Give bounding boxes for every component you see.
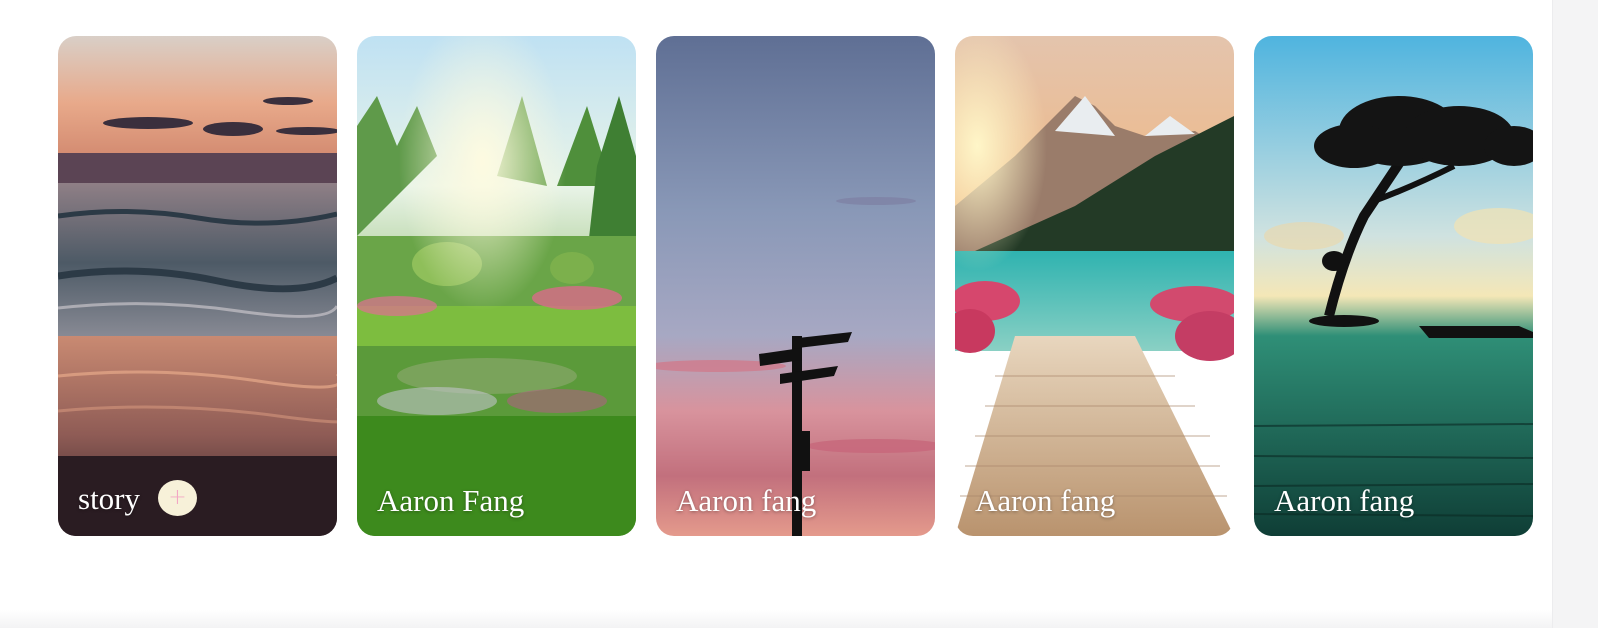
story-card-aaron-fang-lake[interactable]: Aaron fang bbox=[955, 36, 1234, 536]
scrollbar[interactable] bbox=[1552, 0, 1598, 628]
stories-row: story + Aaron Fang Aaron fang Aaron fang… bbox=[58, 36, 1533, 536]
add-story-button[interactable]: + bbox=[158, 480, 197, 516]
story-author-label: Aaron Fang bbox=[377, 483, 525, 518]
lone-tree-image bbox=[1254, 36, 1533, 536]
story-card-aaron-fang-signpost[interactable]: Aaron fang bbox=[656, 36, 935, 536]
beach-sunset-image bbox=[58, 36, 337, 536]
create-story-card[interactable]: story + bbox=[58, 36, 337, 536]
story-label: story bbox=[78, 480, 140, 516]
story-author-label: Aaron fang bbox=[975, 483, 1116, 518]
story-author-label: Aaron fang bbox=[1274, 483, 1415, 518]
create-story-row: story + bbox=[78, 480, 197, 516]
plus-icon: + bbox=[168, 485, 187, 510]
signpost-sunset-image bbox=[656, 36, 935, 536]
page: story + Aaron Fang Aaron fang Aaron fang… bbox=[0, 0, 1598, 628]
story-author-label: Aaron fang bbox=[676, 483, 817, 518]
garden-image bbox=[357, 36, 636, 536]
bottom-edge bbox=[0, 610, 1552, 628]
lake-dock-image bbox=[955, 36, 1234, 536]
story-card-aaron-fang-tree[interactable]: Aaron fang bbox=[1254, 36, 1533, 536]
story-card-aaron-fang-garden[interactable]: Aaron Fang bbox=[357, 36, 636, 536]
